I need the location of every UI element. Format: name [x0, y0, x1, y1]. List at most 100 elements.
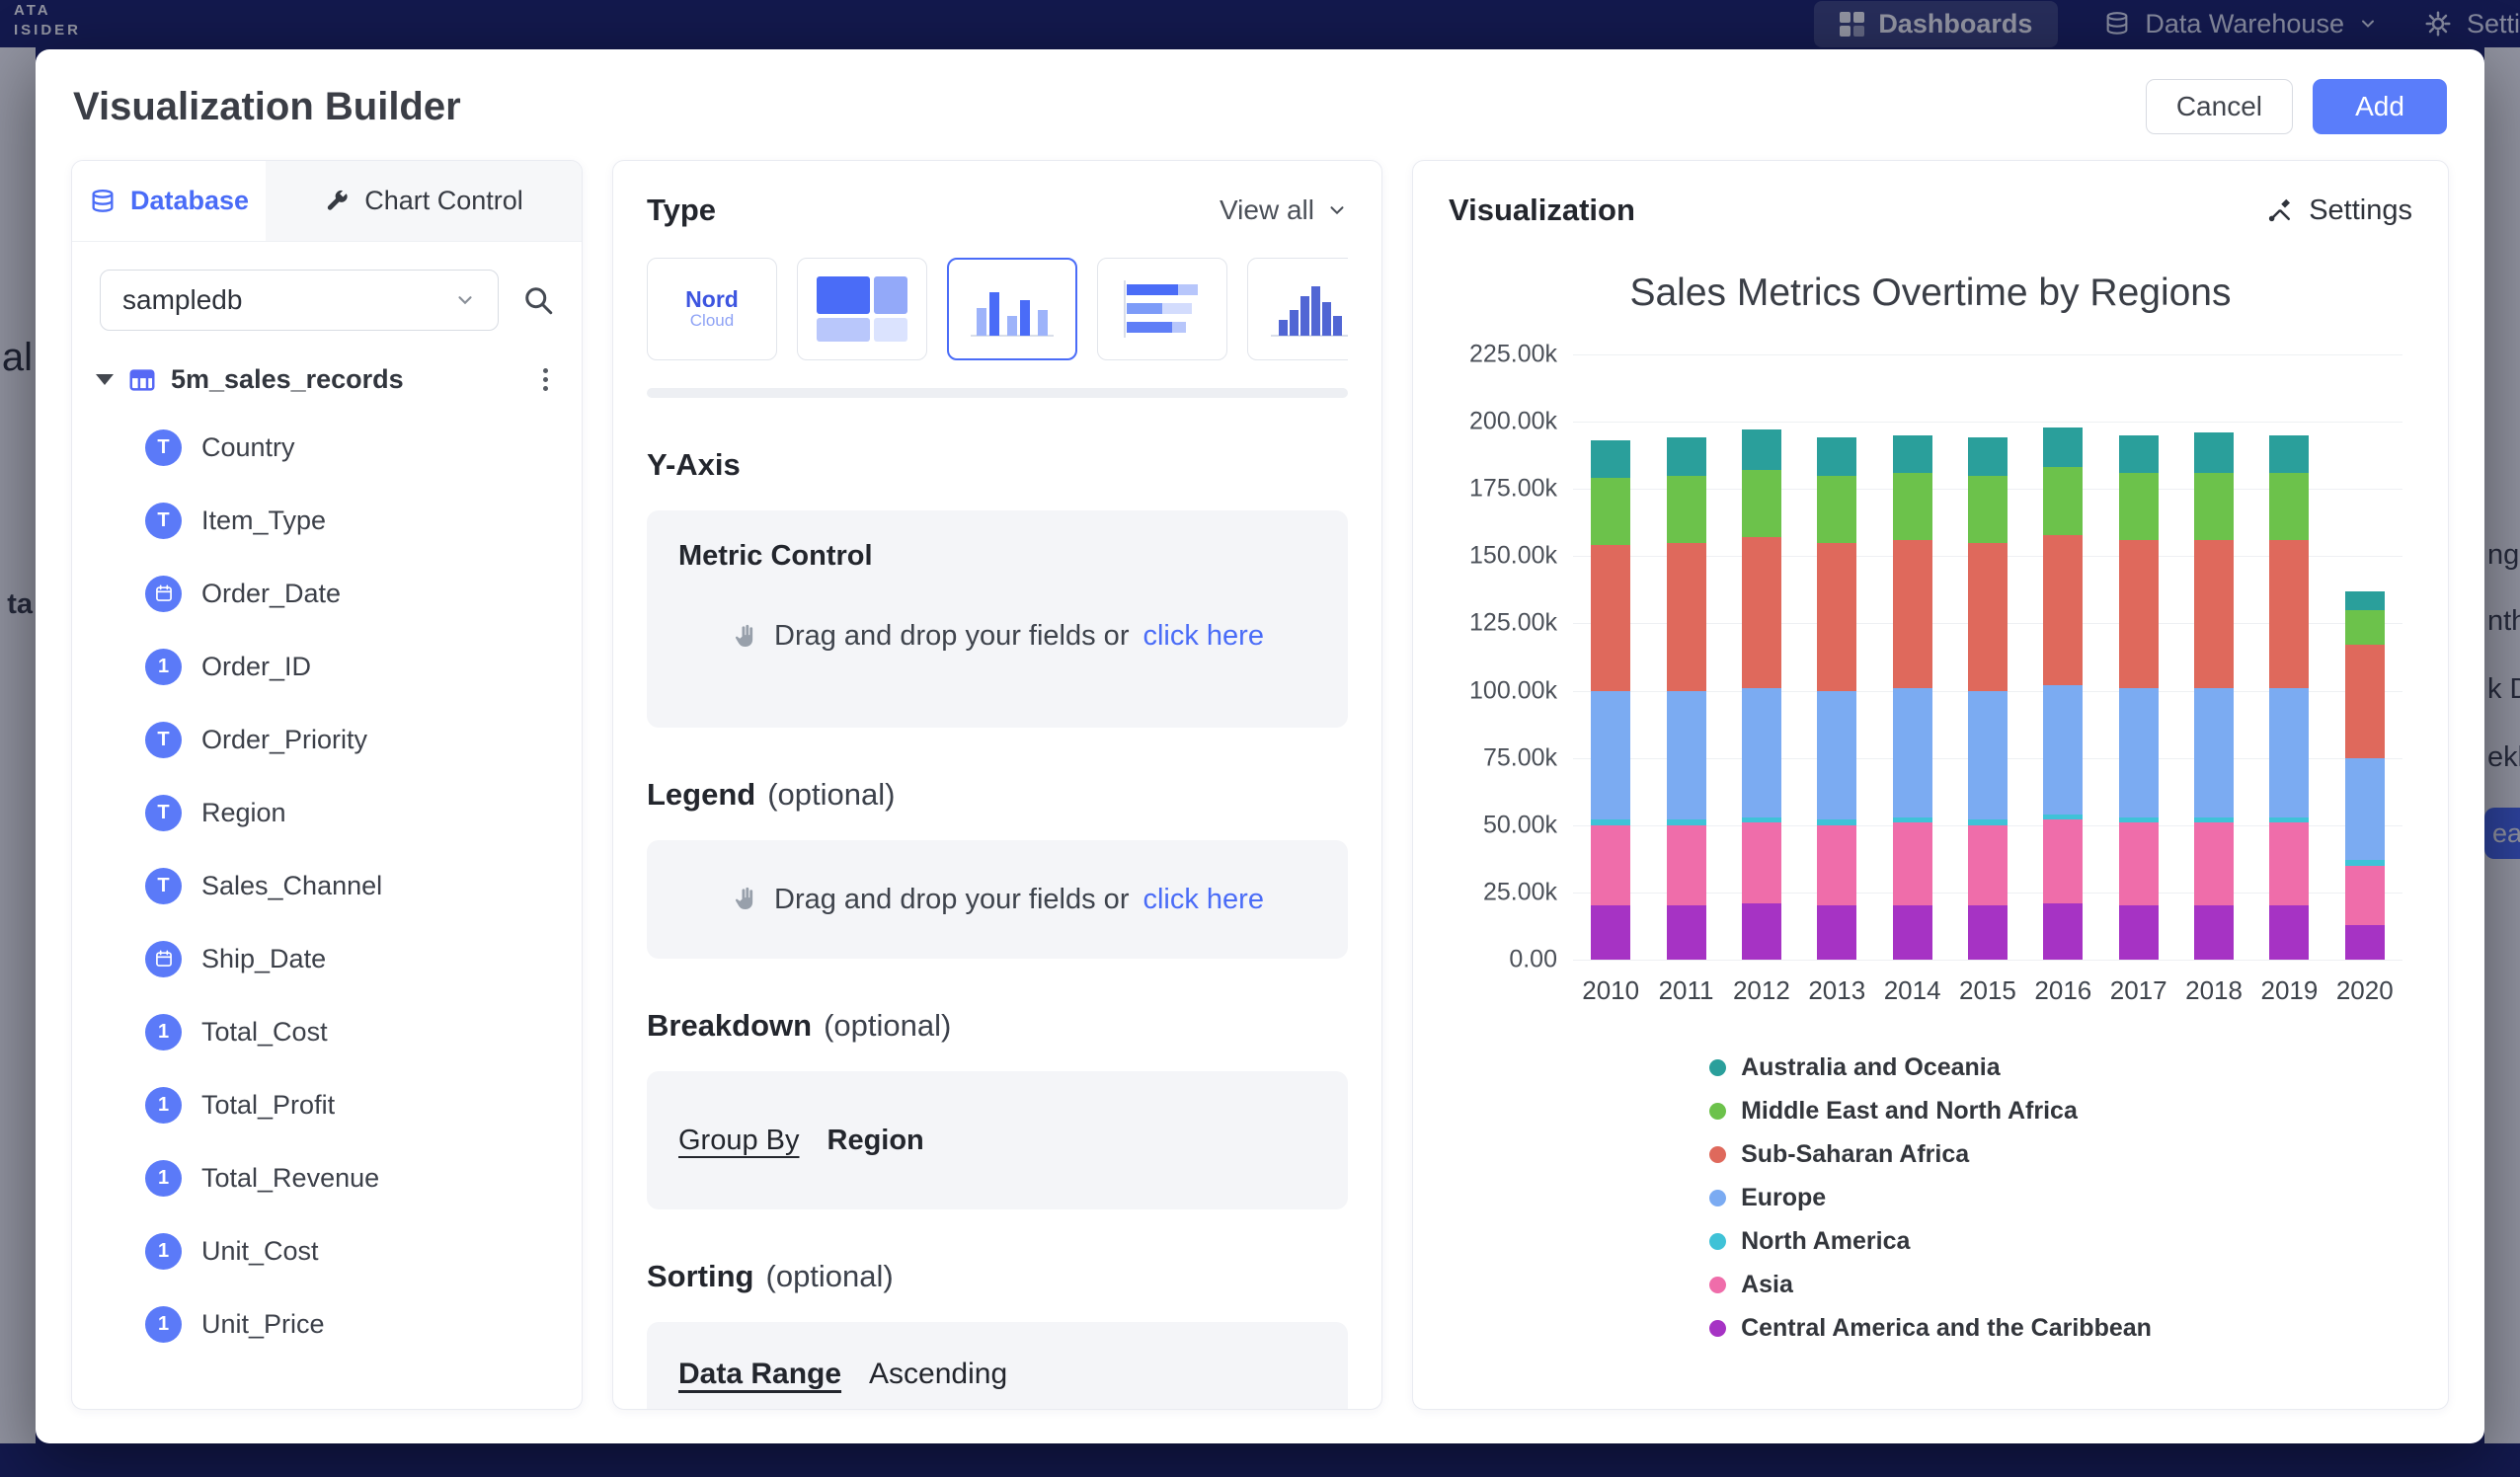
- field-list: TCountryTItem_TypeOrder_Date1Order_IDTOr…: [72, 407, 582, 1409]
- bar-segment: [2043, 685, 2083, 815]
- add-button[interactable]: Add: [2313, 79, 2447, 134]
- bar-segment: [1667, 437, 1706, 475]
- field-row-total_profit[interactable]: 1 Total_Profit: [72, 1068, 582, 1141]
- field-row-item_type[interactable]: T Item_Type: [72, 484, 582, 557]
- x-tick-label: 2010: [1573, 975, 1648, 1006]
- view-all-label: View all: [1220, 194, 1314, 226]
- stacked-bar-2018: [2194, 432, 2234, 960]
- field-row-total_revenue[interactable]: 1Total_Revenue: [72, 1141, 582, 1214]
- legend-dropzone[interactable]: Drag and drop your fields or click here: [647, 840, 1348, 959]
- click-here-link[interactable]: click here: [1142, 620, 1264, 653]
- datasource-row: sampledb: [72, 242, 582, 349]
- field-row-order_date[interactable]: Order_Date: [72, 557, 582, 630]
- legend-item: Central America and the Caribbean: [1709, 1314, 2152, 1343]
- drag-hand-icon: [731, 885, 760, 914]
- tab-database[interactable]: Database: [72, 161, 266, 241]
- bar-segment: [2345, 610, 2385, 645]
- legend-item: Asia: [1709, 1271, 2152, 1299]
- chart-type-column[interactable]: [947, 258, 1077, 360]
- legend-item: Europe: [1709, 1184, 2152, 1212]
- field-label: Unit_Price: [201, 1309, 325, 1340]
- metric-control-label: Metric Control: [678, 540, 1316, 573]
- table-icon: [127, 365, 157, 395]
- x-tick-label: 2014: [1874, 975, 1949, 1006]
- bar-segment: [2119, 905, 2159, 959]
- table-row[interactable]: 5m_sales_records: [72, 349, 582, 407]
- text-field-icon: T: [145, 503, 182, 539]
- legend-dot: [1709, 1320, 1726, 1337]
- field-row-unit_price[interactable]: 1Unit_Price: [72, 1287, 582, 1360]
- field-label: Region: [201, 798, 286, 828]
- bar-segment: [1968, 825, 2008, 906]
- chart-type-histogram[interactable]: [1247, 258, 1348, 360]
- number-field-icon: 1: [145, 1087, 182, 1124]
- legend-label: North America: [1741, 1227, 1910, 1256]
- chart-type-stacked-bar[interactable]: [1097, 258, 1227, 360]
- bar-cell-2012: [1724, 354, 1799, 960]
- bar-segment: [2269, 905, 2309, 959]
- wrench-icon: [324, 188, 351, 214]
- bar-segment: [1667, 543, 1706, 691]
- field-row-unit_cost[interactable]: 1Unit_Cost: [72, 1214, 582, 1287]
- bar-segment: [2345, 758, 2385, 861]
- tools-icon: [2265, 195, 2295, 225]
- field-row-country[interactable]: TCountry: [72, 411, 582, 484]
- view-all-button[interactable]: View all: [1220, 194, 1348, 226]
- chart-type-scrollbar[interactable]: [647, 388, 1348, 398]
- chart-type-word-cloud[interactable]: Nord Cloud: [647, 258, 777, 360]
- bar-segment: [2194, 905, 2234, 959]
- field-row-order_id[interactable]: 1Order_ID: [72, 630, 582, 703]
- bar-segment: [1968, 905, 2008, 959]
- type-heading: Type: [647, 193, 716, 228]
- database-panel: Database Chart Control sampledb: [71, 160, 583, 1410]
- bar-segment: [1817, 905, 1856, 959]
- stacked-bar-2020: [2345, 591, 2385, 960]
- field-label: Ship_Date: [201, 944, 326, 974]
- cancel-button[interactable]: Cancel: [2146, 79, 2293, 134]
- datasource-select[interactable]: sampledb: [100, 270, 499, 331]
- chart-area: 225.00k200.00k175.00k150.00k125.00k100.0…: [1449, 354, 2412, 960]
- sorting-dropzone[interactable]: Data Range Ascending: [647, 1322, 1348, 1410]
- bar-cell-2016: [2025, 354, 2100, 960]
- bar-cell-2014: [1874, 354, 1949, 960]
- field-row-order_priority[interactable]: TOrder_Priority: [72, 703, 582, 776]
- field-label: Order_ID: [201, 652, 311, 682]
- bar-segment: [1591, 545, 1630, 690]
- field-label: Item_Type: [201, 505, 326, 536]
- field-label: Country: [201, 432, 295, 463]
- legend-label: Middle East and North Africa: [1741, 1097, 2078, 1126]
- database-icon: [89, 188, 117, 215]
- y-tick-label: 0.00: [1509, 946, 1557, 974]
- sort-field-label[interactable]: Data Range: [678, 1358, 841, 1391]
- bar-segment: [1817, 437, 1856, 475]
- bar-cell-2018: [2176, 354, 2251, 960]
- legend-dot: [1709, 1059, 1726, 1076]
- visualization-panel: Visualization Settings Sales Metrics Ove…: [1412, 160, 2449, 1410]
- chart-config-panel: Type View all Nord Cloud: [612, 160, 1382, 1410]
- kebab-menu-icon[interactable]: [535, 364, 556, 395]
- bar-segment: [1968, 543, 2008, 691]
- field-row-total_cost[interactable]: 1Total_Cost: [72, 995, 582, 1068]
- bar-segment: [2345, 866, 2385, 925]
- tab-chart-control[interactable]: Chart Control: [266, 161, 582, 241]
- group-by-label[interactable]: Group By: [678, 1125, 800, 1157]
- metric-control-dropzone[interactable]: Metric Control Drag and drop your fields…: [647, 510, 1348, 728]
- expand-caret-icon[interactable]: [96, 374, 114, 385]
- settings-button[interactable]: Settings: [2265, 194, 2412, 227]
- bar-segment: [1817, 825, 1856, 906]
- legend-item: North America: [1709, 1227, 2152, 1256]
- search-icon[interactable]: [520, 282, 556, 318]
- bar-segment: [2043, 903, 2083, 960]
- bar-segment: [2043, 428, 2083, 468]
- click-here-link[interactable]: click here: [1142, 884, 1264, 916]
- bar-segment: [1817, 691, 1856, 820]
- field-row-ship_date[interactable]: Ship_Date: [72, 922, 582, 995]
- word-cloud-word-1: Nord: [685, 287, 739, 312]
- stacked-bar-2010: [1591, 440, 1630, 960]
- field-row-sales_channel[interactable]: TSales_Channel: [72, 849, 582, 922]
- field-label: Total_Profit: [201, 1090, 335, 1121]
- breakdown-dropzone[interactable]: Group By Region: [647, 1071, 1348, 1209]
- field-row-region[interactable]: TRegion: [72, 776, 582, 849]
- x-axis-labels: 2010201120122013201420152016201720182019…: [1573, 975, 2402, 1006]
- chart-type-treemap[interactable]: [797, 258, 927, 360]
